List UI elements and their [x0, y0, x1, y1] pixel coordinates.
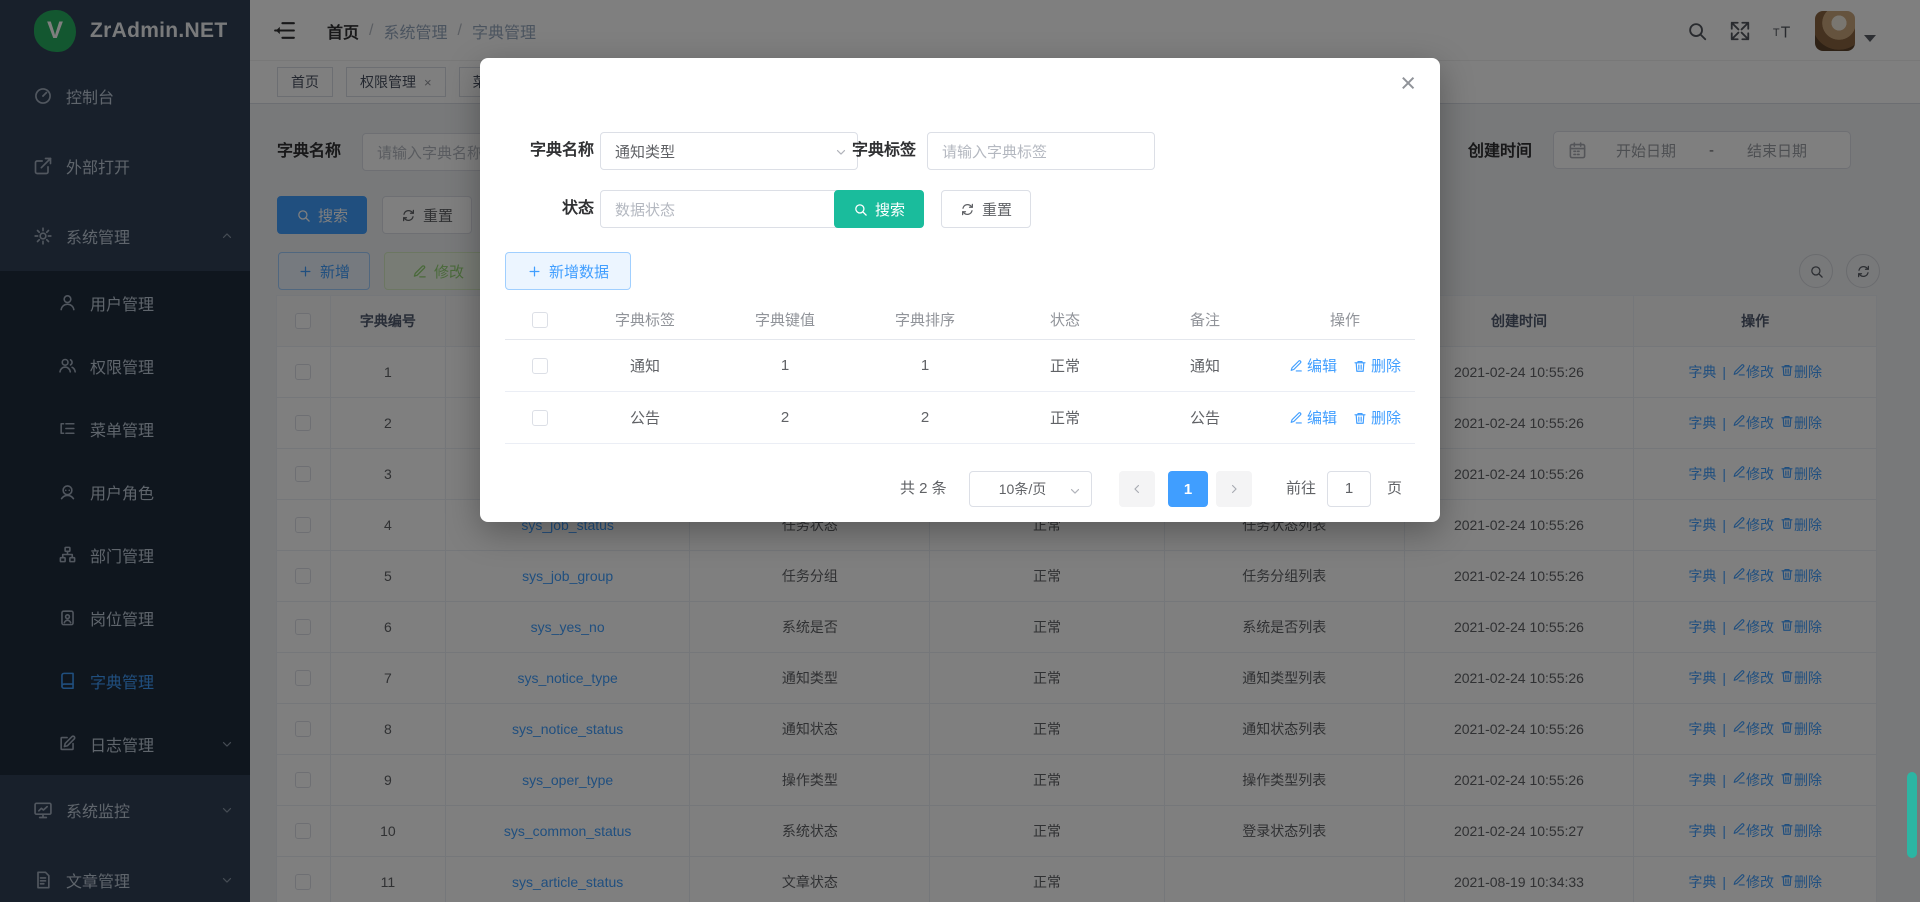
- dialog-table-header-cell: 备注: [1135, 309, 1275, 330]
- goto-page-input[interactable]: 1: [1327, 471, 1371, 507]
- dialog-table-cell: 通知: [1135, 355, 1275, 376]
- dialog-table-cell: 1: [715, 357, 855, 374]
- dialog-table-header-row: 字典标签字典键值字典排序状态备注操作: [505, 300, 1415, 340]
- modal-reset-label: 重置: [982, 199, 1012, 220]
- magnifier-icon: [853, 202, 868, 217]
- dialog-delete-label: 删除: [1371, 407, 1401, 428]
- add-data-button[interactable]: 新增数据: [505, 252, 631, 290]
- dialog-table-cell: 编辑 删除: [1275, 355, 1415, 376]
- dialog-table-cell: [505, 358, 575, 374]
- chevron-right-icon: [1227, 482, 1241, 496]
- modal-reset-button[interactable]: 重置: [941, 190, 1031, 228]
- dialog-table-cell: 公告: [1135, 407, 1275, 428]
- modal-dict-name-value: 通知类型: [615, 141, 675, 162]
- add-data-label: 新增数据: [549, 261, 609, 282]
- goto-label: 前往: [1286, 471, 1316, 507]
- modal-search-label: 搜索: [875, 199, 905, 220]
- dialog-table-cell: [505, 410, 575, 426]
- dialog-row-actions: 编辑 删除: [1289, 355, 1401, 376]
- modal-search-button[interactable]: 搜索: [834, 190, 924, 228]
- refresh-icon: [960, 202, 975, 217]
- page-size-select[interactable]: 10条/页: [969, 471, 1092, 507]
- modal-dict-label-placeholder: 请输入字典标签: [942, 141, 1047, 162]
- dialog-table-cell: 公告: [575, 407, 715, 428]
- dialog-table-cell: 2: [715, 409, 855, 426]
- dialog-edit-link[interactable]: 编辑: [1289, 407, 1337, 428]
- plus-icon: [527, 264, 542, 279]
- pagination: 共 2 条 10条/页 1 前往 1 页: [480, 471, 1440, 507]
- modal-dict-label-label: 字典标签: [832, 132, 916, 170]
- dialog-table-header-cell: 字典排序: [855, 309, 995, 330]
- dialog-table-header-cell: 字典标签: [575, 309, 715, 330]
- dialog-table-cell: 正常: [995, 355, 1135, 376]
- pencil-icon: [1289, 411, 1303, 425]
- page-scrollbar-thumb[interactable]: [1907, 772, 1917, 858]
- dialog-table-header-cell: [505, 312, 575, 328]
- dict-data-table: 字典标签字典键值字典排序状态备注操作通知11正常通知编辑删除公告22正常公告编辑…: [505, 300, 1415, 444]
- dialog-edit-link[interactable]: 编辑: [1289, 355, 1337, 376]
- dialog-row-actions: 编辑 删除: [1289, 407, 1401, 428]
- next-page-button[interactable]: [1216, 471, 1252, 507]
- dialog-table-cell: 1: [855, 357, 995, 374]
- dialog-row-checkbox[interactable]: [532, 358, 548, 374]
- dialog-table-header-cell: 操作: [1275, 309, 1415, 330]
- modal-status-placeholder: 数据状态: [615, 199, 675, 220]
- modal-dict-name-label: 字典名称: [500, 132, 594, 170]
- dialog-table-cell: 编辑 删除: [1275, 407, 1415, 428]
- modal-dict-label-input[interactable]: 请输入字典标签: [927, 132, 1155, 170]
- dialog-row-checkbox[interactable]: [532, 410, 548, 426]
- dialog-table-cell: 通知: [575, 355, 715, 376]
- dialog-table-row: 通知11正常通知编辑删除: [505, 340, 1415, 392]
- dialog-close-icon[interactable]: ×: [1400, 70, 1416, 97]
- trash-icon: [1353, 411, 1367, 425]
- dialog-table-row: 公告22正常公告编辑删除: [505, 392, 1415, 444]
- trash-icon: [1353, 359, 1367, 373]
- app-root: V ZrAdmin.NET 控制台外部打开系统管理用户管理权限管理菜单管理用户角…: [0, 0, 1920, 902]
- dialog-table-header-cell: 字典键值: [715, 309, 855, 330]
- goto-unit-label: 页: [1387, 471, 1402, 507]
- dict-data-dialog: × 字典名称 通知类型 字典标签 请输入字典标签 状态 数据状态 搜索 重置 新…: [480, 58, 1440, 522]
- dialog-table-header-cell: 状态: [995, 309, 1135, 330]
- pagination-total: 共 2 条: [900, 471, 947, 507]
- modal-status-select[interactable]: 数据状态: [600, 190, 858, 228]
- page-size-value: 10条/页: [999, 479, 1046, 499]
- dialog-edit-label: 编辑: [1307, 407, 1337, 428]
- dialog-table-cell: 正常: [995, 407, 1135, 428]
- dialog-delete-link[interactable]: 删除: [1353, 407, 1401, 428]
- current-page-button[interactable]: 1: [1168, 471, 1208, 507]
- chevron-left-icon: [1130, 482, 1144, 496]
- dialog-table-cell: 2: [855, 409, 995, 426]
- dialog-select-all-checkbox[interactable]: [532, 312, 548, 328]
- chevron-down-icon: [1068, 484, 1082, 498]
- pencil-icon: [1289, 359, 1303, 373]
- modal-dict-name-select[interactable]: 通知类型: [600, 132, 858, 170]
- dialog-delete-label: 删除: [1371, 355, 1401, 376]
- prev-page-button[interactable]: [1119, 471, 1155, 507]
- dialog-delete-link[interactable]: 删除: [1353, 355, 1401, 376]
- dialog-edit-label: 编辑: [1307, 355, 1337, 376]
- modal-status-label: 状态: [500, 190, 594, 228]
